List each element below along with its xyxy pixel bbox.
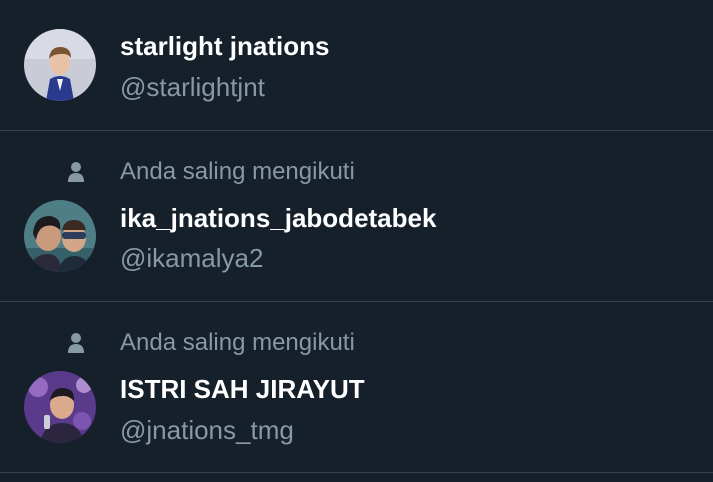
display-name[interactable]: ISTRI SAH JIRAYUT	[120, 373, 365, 405]
social-context: Anda saling mengikuti	[0, 159, 713, 185]
display-name[interactable]: ika_jnations_jabodetabek	[120, 202, 436, 234]
person-icon	[67, 161, 85, 183]
user-handle: @ikamalya2	[120, 243, 264, 273]
user-handle: @starlightjnt	[120, 72, 265, 102]
person-icon	[67, 332, 85, 354]
user-list: starlight jnations @starlightjnt Anda sa…	[0, 0, 713, 482]
avatar[interactable]	[24, 200, 96, 272]
social-context-text: Anda saling mengikuti	[120, 158, 355, 185]
avatar[interactable]	[24, 371, 96, 443]
user-cell[interactable]: Anda saling mengikuti ika_jnations_jabod…	[0, 131, 713, 302]
social-context: Anda saling mengikuti	[0, 330, 713, 356]
user-handle: @jnations_tmg	[120, 415, 294, 445]
user-cell[interactable]: Anda saling mengikuti ISTRI SAH JIRAYUT …	[0, 302, 713, 473]
display-name[interactable]: starlight jnations	[120, 30, 329, 62]
user-cell[interactable]: starlight jnations @starlightjnt	[0, 0, 713, 131]
avatar[interactable]	[24, 29, 96, 101]
social-context-text: Anda saling mengikuti	[120, 329, 355, 356]
